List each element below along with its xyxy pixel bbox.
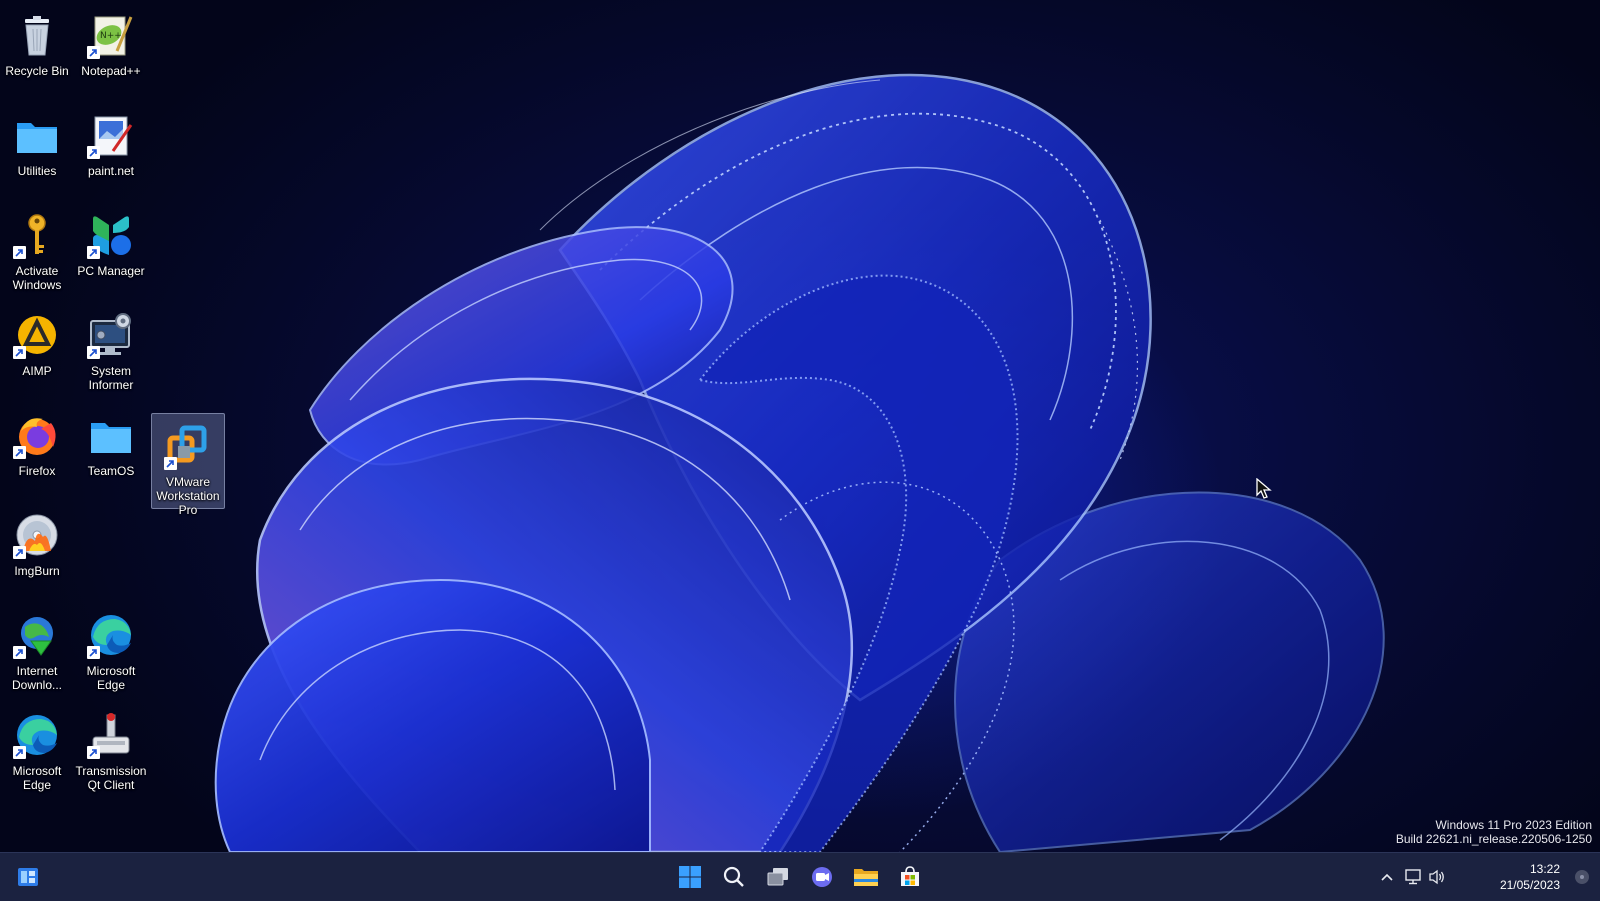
desktop-icon-internet-download-manager[interactable]: Internet Downlo...: [0, 602, 74, 694]
desktop[interactable]: Recycle Bin N++ Notepad++ Utilities pain…: [0, 0, 1600, 852]
desktop-icon-microsoft-edge[interactable]: Microsoft Edge: [0, 702, 74, 794]
search-icon: [723, 866, 744, 887]
desktop-icon-label: PC Manager: [77, 264, 145, 278]
shortcut-arrow-icon: [87, 46, 100, 59]
volume-button[interactable]: [1427, 867, 1447, 887]
desktop-icon-firefox[interactable]: Firefox: [0, 402, 74, 494]
notepad-plus-plus-icon: N++: [87, 11, 135, 59]
shortcut-arrow-icon: [87, 646, 100, 659]
system-informer-icon: [87, 311, 135, 359]
teams-chat-icon: [812, 867, 832, 887]
desktop-icon-imgburn[interactable]: ImgBurn: [0, 502, 74, 594]
aimp-icon: [13, 311, 61, 359]
recycle-bin-icon: [13, 11, 61, 59]
pc-manager-icon: [87, 211, 135, 259]
desktop-icon-label: ImgBurn: [14, 564, 60, 578]
paint-net-icon: [87, 111, 135, 159]
desktop-icon-aimp[interactable]: AIMP: [0, 302, 74, 394]
desktop-icon-activate-windows[interactable]: Activate Windows: [0, 202, 74, 294]
desktop-icon-teamos[interactable]: TeamOS: [74, 402, 148, 494]
start-icon: [679, 866, 701, 888]
desktop-icon-label: System Informer: [88, 364, 134, 392]
desktop-icon-label: AIMP: [22, 364, 52, 378]
shortcut-arrow-icon: [13, 246, 26, 259]
desktop-icon-label: VMware Workstation Pro: [156, 475, 220, 517]
shortcut-arrow-icon: [87, 146, 100, 159]
task-view-icon: [767, 868, 788, 886]
windows-edition-watermark: Windows 11 Pro 2023 Edition Build 22621.…: [1396, 818, 1592, 846]
widgets-icon: [18, 868, 38, 886]
desktop-icon-label: paint.net: [87, 164, 135, 178]
widgets-button[interactable]: [10, 859, 46, 895]
desktop-icon-label: Microsoft Edge: [86, 664, 136, 692]
desktop-icon-label: Activate Windows: [12, 264, 62, 292]
notification-icon: [1575, 870, 1589, 884]
show-hidden-icons-button[interactable]: [1377, 867, 1397, 887]
desktop-icon-pc-manager[interactable]: PC Manager: [74, 202, 148, 294]
taskbar: 13:22 21/05/2023: [0, 852, 1600, 901]
desktop-icon-label: TeamOS: [87, 464, 135, 478]
desktop-icon-label: Microsoft Edge: [12, 764, 62, 792]
system-tray: 13:22 21/05/2023: [1360, 853, 1600, 901]
desktop-icon-microsoft-edge[interactable]: Microsoft Edge: [74, 602, 148, 694]
desktop-icon-transmission[interactable]: Transmission Qt Client: [74, 702, 148, 794]
notification-button[interactable]: [1572, 867, 1592, 887]
shortcut-arrow-icon: [164, 457, 177, 470]
desktop-icon-label: Utilities: [17, 164, 57, 178]
edge-icon: [87, 611, 135, 659]
start-button[interactable]: [672, 859, 708, 895]
shortcut-arrow-icon: [13, 646, 26, 659]
mouse-cursor-icon: [1256, 478, 1272, 499]
desktop-icon-vmware-workstation-pro[interactable]: VMware Workstation Pro: [151, 413, 225, 517]
chevron-up-icon: [1381, 873, 1393, 881]
file-explorer-icon: [854, 869, 878, 886]
desktop-icon-label: Internet Downlo...: [11, 664, 63, 692]
firefox-icon: [13, 411, 61, 459]
shortcut-arrow-icon: [87, 746, 100, 759]
shortcut-arrow-icon: [13, 546, 26, 559]
shortcut-arrow-icon: [13, 746, 26, 759]
taskbar-clock[interactable]: 13:22 21/05/2023: [1500, 861, 1560, 893]
desktop-icon-recycle-bin[interactable]: Recycle Bin: [0, 2, 74, 94]
desktop-icon-label: Notepad++: [81, 64, 141, 78]
vmware-icon: [164, 422, 212, 470]
shortcut-arrow-icon: [87, 346, 100, 359]
watermark-build: Build 22621.ni_release.220506-1250: [1395, 832, 1592, 846]
folder-icon: [13, 111, 61, 159]
desktop-icon-utilities[interactable]: Utilities: [0, 102, 74, 194]
folder-icon: [87, 411, 135, 459]
search-button[interactable]: [716, 859, 752, 895]
internet-download-manager-icon: [13, 611, 61, 659]
microsoft-store-icon: [901, 866, 919, 886]
wallpaper-bloom: [214, 73, 1385, 852]
desktop-icon-label: Firefox: [18, 464, 56, 478]
teams-chat-button[interactable]: [804, 859, 840, 895]
key-icon: [13, 211, 61, 259]
clock-date: 21/05/2023: [1499, 878, 1560, 892]
microsoft-store-button[interactable]: [892, 859, 928, 895]
shortcut-arrow-icon: [13, 346, 26, 359]
network-icon: [1405, 869, 1421, 885]
transmission-icon: [87, 711, 135, 759]
desktop-icon-label: Transmission Qt Client: [75, 764, 147, 792]
shortcut-arrow-icon: [87, 246, 100, 259]
watermark-edition: Windows 11 Pro 2023 Edition: [1435, 818, 1592, 832]
clock-time: 13:22: [1529, 862, 1560, 876]
file-explorer-button[interactable]: [848, 859, 884, 895]
svg-text:N++: N++: [100, 31, 122, 41]
desktop-icon-system-informer[interactable]: System Informer: [74, 302, 148, 394]
edge-icon: [13, 711, 61, 759]
shortcut-arrow-icon: [13, 446, 26, 459]
desktop-icon-label: Recycle Bin: [5, 64, 69, 78]
volume-icon: [1429, 869, 1444, 885]
network-button[interactable]: [1403, 867, 1423, 887]
desktop-icon-notepad-plus-plus[interactable]: N++ Notepad++: [74, 2, 148, 94]
desktop-icon-paint-net[interactable]: paint.net: [74, 102, 148, 194]
task-view-button[interactable]: [760, 859, 796, 895]
imgburn-icon: [13, 511, 61, 559]
